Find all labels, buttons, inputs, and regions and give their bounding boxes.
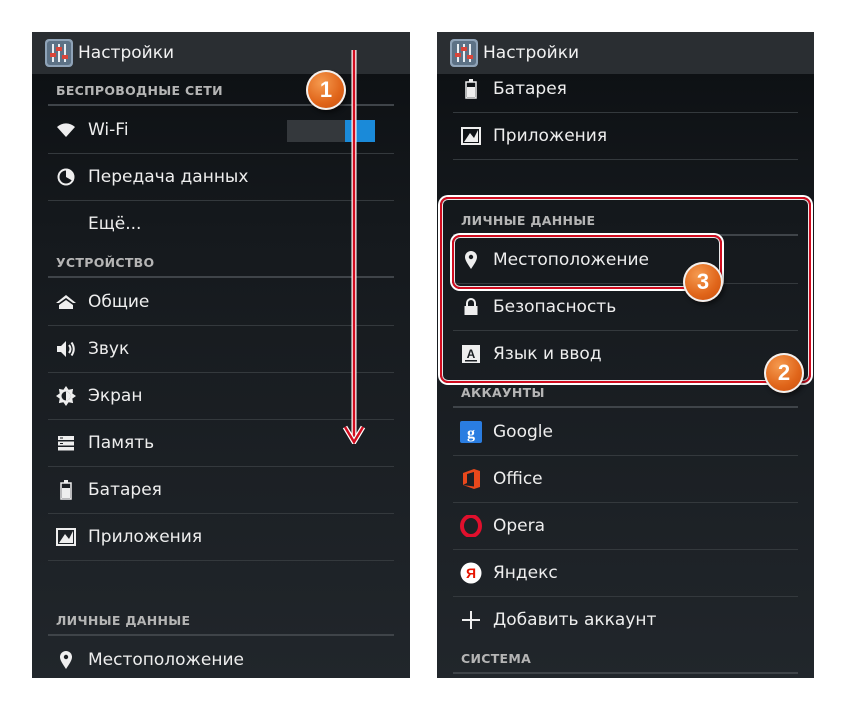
settings-item-location[interactable]: Местоположение — [48, 637, 394, 678]
step-badge-2: 2 — [764, 353, 804, 393]
section-header-label: УСТРОЙСТВО — [56, 255, 155, 270]
section-header-personal: ЛИЧНЫЕ ДАННЫЕ — [48, 606, 394, 636]
yandex-icon: Я — [459, 561, 483, 585]
step-badge-1: 1 — [306, 70, 346, 110]
account-item-office[interactable]: Office — [453, 456, 798, 503]
apps-icon — [54, 525, 78, 549]
item-label: Местоположение — [88, 650, 244, 670]
item-label: Добавить аккаунт — [493, 610, 657, 630]
google-icon: g — [459, 420, 483, 444]
apps-icon — [459, 124, 483, 148]
settings-item-battery[interactable]: Батарея — [48, 467, 394, 514]
item-label: Google — [493, 422, 553, 442]
step-number: 2 — [777, 360, 791, 385]
battery-icon — [459, 77, 483, 101]
opera-icon — [459, 514, 483, 538]
item-label: Ещё... — [88, 214, 142, 234]
item-label: Общие — [88, 292, 150, 312]
home-icon — [54, 290, 78, 314]
left-settings-screen: Настройки БЕСПРОВОДНЫЕ СЕТИ Wi-Fi Переда… — [32, 32, 410, 678]
item-label: Передача данных — [88, 167, 249, 187]
step-number: 3 — [696, 269, 710, 294]
wifi-icon — [54, 118, 78, 142]
office-icon — [459, 467, 483, 491]
settings-item-battery[interactable]: Батарея — [453, 66, 798, 113]
location-highlight — [452, 235, 722, 289]
location-pin-icon — [54, 648, 78, 672]
svg-text:g: g — [467, 425, 475, 442]
item-label: Память — [88, 433, 155, 453]
section-header-label: БЕСПРОВОДНЫЕ СЕТИ — [56, 83, 223, 98]
scroll-down-arrow — [342, 50, 366, 444]
data-usage-icon — [54, 165, 78, 189]
item-label: Батарея — [493, 79, 567, 99]
settings-item-apps[interactable]: Приложения — [48, 514, 394, 561]
item-label: Яндекс — [493, 563, 558, 583]
screen-title: Настройки — [78, 43, 175, 63]
personal-data-highlight — [440, 197, 811, 383]
item-label: Приложения — [493, 126, 608, 146]
battery-icon — [54, 478, 78, 502]
svg-text:Я: Я — [466, 565, 476, 581]
add-account-button[interactable]: Добавить аккаунт — [453, 597, 798, 643]
storage-icon — [54, 431, 78, 455]
item-label: Экран — [88, 386, 143, 406]
section-header-label: ЛИЧНЫЕ ДАННЫЕ — [56, 613, 191, 628]
item-label: Батарея — [88, 480, 162, 500]
item-label: Приложения — [88, 527, 203, 547]
step-number: 1 — [319, 77, 333, 102]
account-item-google[interactable]: g Google — [453, 409, 798, 456]
section-header-label: СИСТЕМА — [461, 651, 532, 666]
item-label: Opera — [493, 516, 546, 536]
item-label: Звук — [88, 339, 130, 359]
section-header-label: АККАУНТЫ — [461, 385, 545, 400]
step-badge-3: 3 — [683, 262, 723, 302]
right-settings-screen: Настройки Батарея Приложения ЛИЧНЫЕ ДАНН… — [437, 32, 814, 678]
account-item-opera[interactable]: Opera — [453, 503, 798, 550]
item-label: Office — [493, 469, 543, 489]
item-label: Wi-Fi — [88, 120, 129, 140]
speaker-icon — [54, 337, 78, 361]
section-header-system: СИСТЕМА — [453, 644, 798, 674]
brightness-icon — [54, 384, 78, 408]
plus-icon — [459, 608, 483, 632]
settings-item-apps[interactable]: Приложения — [453, 113, 798, 160]
account-item-yandex[interactable]: Я Яндекс — [453, 550, 798, 597]
settings-app-icon[interactable] — [449, 38, 479, 68]
settings-app-icon[interactable] — [44, 38, 74, 68]
